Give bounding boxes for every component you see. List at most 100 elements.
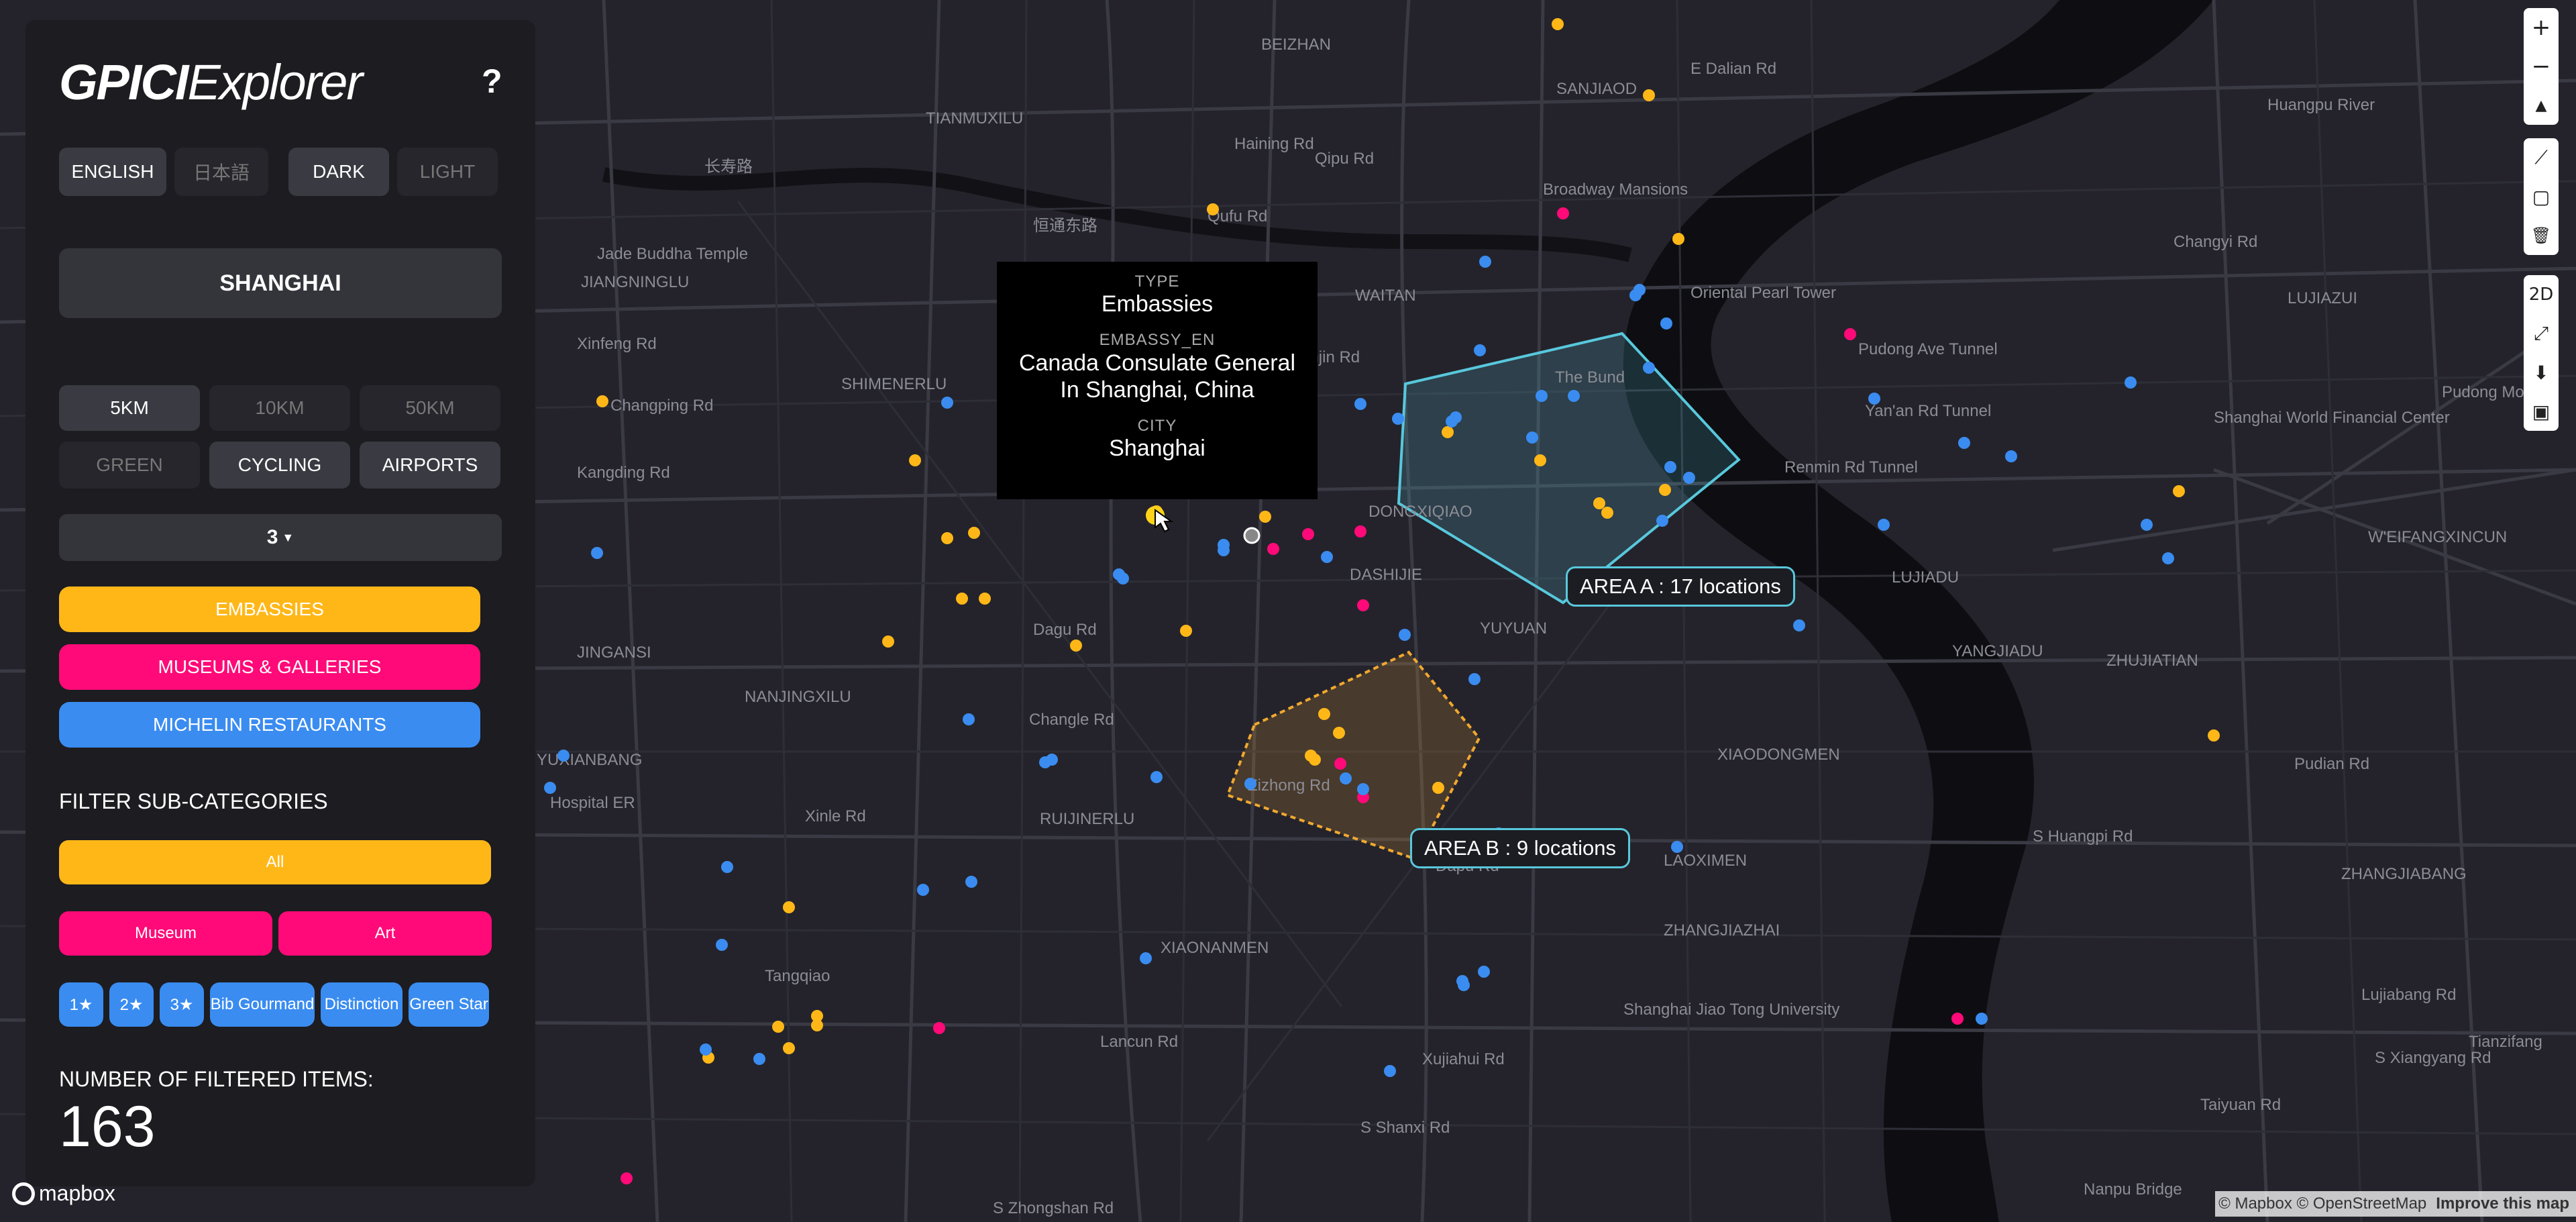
trash-icon[interactable]: 🗑 xyxy=(2524,216,2559,255)
compass-icon[interactable]: ▲ xyxy=(2524,86,2559,125)
map-label: Kangding Rd xyxy=(577,464,670,482)
filter-distinction-button[interactable]: Distinction xyxy=(321,982,402,1027)
language-english-button[interactable]: ENGLISH xyxy=(59,148,166,196)
map-label: YUXIANBANG xyxy=(537,751,642,769)
map-label: Zizhong Rd xyxy=(1248,776,1330,795)
help-button[interactable]: ? xyxy=(482,62,502,101)
map-label: Changyi Rd xyxy=(2174,233,2257,251)
mapbox-logo[interactable]: mapbox xyxy=(12,1181,115,1206)
radius-10km-button[interactable]: 10KM xyxy=(209,385,350,431)
map-label: 长寿路 xyxy=(704,158,753,176)
tooltip-type-value: Embassies xyxy=(1101,291,1214,317)
map-label: Changle Rd xyxy=(1029,711,1114,729)
zoom-out-button[interactable]: − xyxy=(2524,47,2559,86)
radius-5km-button[interactable]: 5KM xyxy=(59,385,200,431)
map-label: LUJIAZUI xyxy=(2288,289,2357,307)
filter-museum-button[interactable]: Museum xyxy=(59,911,272,956)
tooltip-name-key: EMBASSY_EN xyxy=(1099,331,1216,349)
radius-50km-button[interactable]: 50KM xyxy=(360,385,500,431)
area-b-label[interactable]: AREA B : 9 locations xyxy=(1410,828,1631,868)
map-label: JINGANSI xyxy=(577,644,651,662)
screenshot-icon[interactable]: ▣ xyxy=(2524,392,2559,431)
city-selector[interactable]: SHANGHAI xyxy=(59,248,502,318)
map-label: 恒通东路 xyxy=(1033,217,1097,235)
map-label: Dagu Rd xyxy=(1033,621,1097,639)
mapbox-wordmark: mapbox xyxy=(39,1181,115,1205)
category-michelin-button[interactable]: MICHELIN RESTAURANTS xyxy=(59,702,480,748)
map-label: SHIMENERLU xyxy=(841,375,947,393)
map-label: Oriental Pearl Tower xyxy=(1690,284,1836,302)
map-label: Shanghai World Financial Center xyxy=(2214,409,2450,427)
filter-2star-button[interactable]: 2★ xyxy=(109,982,154,1027)
map-label: Huangpu River xyxy=(2267,96,2375,114)
map-label: JIANGNINGLU xyxy=(581,273,689,291)
attribution-text[interactable]: © Mapbox © OpenStreetMap xyxy=(2218,1194,2426,1213)
map-label: Changping Rd xyxy=(610,397,713,415)
draw-controls: ⟋ ▢ 🗑 xyxy=(2524,138,2559,255)
map-label: The Bund xyxy=(1555,368,1625,387)
improve-map-link[interactable]: Improve this map xyxy=(2436,1194,2569,1213)
control-panel: GPICIExplorer ? ENGLISH 日本語 DARK LIGHT S… xyxy=(25,20,535,1186)
map-label: YUYUAN xyxy=(1480,619,1547,638)
map-label: SANJIAOD xyxy=(1556,80,1637,98)
filter-1star-button[interactable]: 1★ xyxy=(59,982,103,1027)
map-label: BEIZHAN xyxy=(1261,36,1331,54)
map-label: Hospital ER xyxy=(550,794,635,812)
map-label: Xinfeng Rd xyxy=(577,335,657,353)
map-label: Lujiabang Rd xyxy=(2361,986,2456,1004)
map-label: Pudong Ave Tunnel xyxy=(1858,340,1998,358)
map-label: Xinle Rd xyxy=(805,807,866,825)
tooltip-city-key: CITY xyxy=(1137,417,1177,435)
map-label: Taiyuan Rd xyxy=(2200,1096,2281,1114)
category-museums-button[interactable]: MUSEUMS & GALLERIES xyxy=(59,644,480,690)
filtered-count-label: NUMBER OF FILTERED ITEMS: xyxy=(59,1067,374,1091)
map-label: Pudian Rd xyxy=(2294,755,2369,773)
mode-airports-button[interactable]: AIRPORTS xyxy=(360,442,500,489)
map-label: S Huangpi Rd xyxy=(2033,827,2133,846)
map-label: Qipu Rd xyxy=(1315,150,1374,168)
highlight-point xyxy=(1243,527,1260,544)
map-label: S Shanxi Rd xyxy=(1360,1119,1450,1137)
map-label: ZHANGJIABANG xyxy=(2341,865,2467,883)
level-dropdown-value: 3 xyxy=(266,526,278,548)
map-label: XIAODONGMEN xyxy=(1717,746,1840,764)
map-label: Renmin Rd Tunnel xyxy=(1784,458,1918,476)
filtered-count-value: 163 xyxy=(59,1094,156,1159)
filter-art-button[interactable]: Art xyxy=(278,911,492,956)
draw-polygon-icon[interactable]: ▢ xyxy=(2524,177,2559,216)
map-label: W'EIFANGXINCUN xyxy=(2368,528,2507,546)
zoom-in-button[interactable]: + xyxy=(2524,8,2559,47)
map-label: ZHUJIATIAN xyxy=(2106,652,2198,670)
category-embassies-button[interactable]: EMBASSIES xyxy=(59,587,480,632)
mode-green-button[interactable]: GREEN xyxy=(59,442,200,489)
map-label: Yan'an Rd Tunnel xyxy=(1865,402,1991,420)
map-label: YANGJIADU xyxy=(1952,642,2043,660)
theme-light-button[interactable]: LIGHT xyxy=(397,148,498,196)
map-label: Shanghai Jiao Tong University xyxy=(1623,1001,1839,1019)
map-attribution: © Mapbox © OpenStreetMap Improve this ma… xyxy=(2215,1191,2576,1217)
theme-dark-button[interactable]: DARK xyxy=(288,148,389,196)
filter-embassy-all-button[interactable]: All xyxy=(59,840,491,884)
language-japanese-button[interactable]: 日本語 xyxy=(174,148,268,196)
draw-line-icon[interactable]: ⟋ xyxy=(2524,138,2559,177)
map-label: Tianzifang xyxy=(2469,1033,2542,1051)
area-a-label[interactable]: AREA A : 17 locations xyxy=(1566,566,1795,607)
filter-bib-gourmand-button[interactable]: Bib Gourmand xyxy=(210,982,315,1027)
filter-subcategories-heading: FILTER SUB-CATEGORIES xyxy=(59,789,328,813)
map-label: Jade Buddha Temple xyxy=(597,245,748,263)
map-label: WAITAN xyxy=(1355,287,1416,305)
map-label: Haining Rd xyxy=(1234,135,1314,153)
toggle-2d-button[interactable]: 2D xyxy=(2524,275,2559,314)
download-icon[interactable]: ⬇ xyxy=(2524,353,2559,392)
filter-3star-button[interactable]: 3★ xyxy=(160,982,204,1027)
fullscreen-icon[interactable]: ⤢ xyxy=(2524,314,2559,353)
view-controls: 2D ⤢ ⬇ ▣ xyxy=(2524,275,2559,431)
map-label: XIAONANMEN xyxy=(1161,939,1269,957)
level-dropdown[interactable]: 3 ▼ xyxy=(59,514,502,561)
filter-green-star-button[interactable]: Green Star xyxy=(409,982,489,1027)
mode-cycling-button[interactable]: CYCLING xyxy=(209,442,350,489)
map-label: TIANMUXILU xyxy=(926,109,1023,128)
map-label: DONGXIQIAO xyxy=(1368,503,1472,521)
chevron-down-icon: ▼ xyxy=(282,530,294,544)
feature-tooltip: TYPE Embassies EMBASSY_EN Canada Consula… xyxy=(997,262,1318,499)
